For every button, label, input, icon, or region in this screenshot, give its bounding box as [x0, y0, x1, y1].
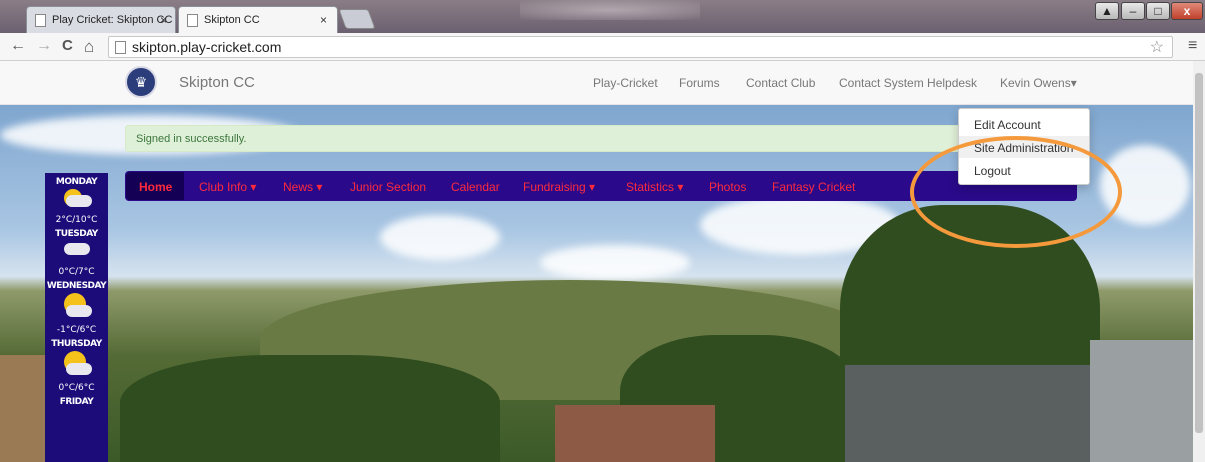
main-nav-fundraising[interactable]: Fundraising ▾ — [523, 180, 595, 194]
url-text: skipton.play-cricket.com — [132, 39, 282, 55]
weather-temp: -1°C/6°C — [56, 325, 97, 335]
brand-title[interactable]: Skipton CC — [179, 74, 255, 91]
main-nav-photos[interactable]: Photos — [709, 180, 746, 194]
weather-widget: MONDAY 2°C/10°C TUESDAY 0°C/7°C WEDNESDA… — [45, 173, 108, 462]
tab-title: Play Cricket: Skipton CC — [52, 14, 173, 26]
page-viewport: ♛ Skipton CC Play-Cricket Forums Contact… — [0, 61, 1193, 462]
close-tab-icon[interactable]: × — [160, 13, 167, 27]
weather-day: WEDNESDAY — [46, 281, 107, 291]
user-menu-toggle[interactable]: Kevin Owens▾ — [1000, 76, 1077, 90]
weather-day: THURSDAY — [51, 339, 102, 349]
highlight-ring-annotation — [910, 136, 1122, 248]
address-bar[interactable]: skipton.play-cricket.com ☆ — [108, 36, 1173, 58]
browser-toolbar: ← → C ⌂ skipton.play-cricket.com ☆ ≡ — [0, 33, 1205, 61]
weather-temp: 2°C/10°C — [55, 215, 98, 225]
success-alert: Signed in successfully. — [125, 125, 1085, 152]
sun-cloud-icon — [60, 351, 94, 377]
titlebar-glow — [520, 0, 700, 20]
shed-building — [1090, 340, 1193, 462]
main-nav-fantasy-cricket[interactable]: Fantasy Cricket — [772, 180, 855, 194]
tab-play-cricket[interactable]: Play Cricket: Skipton CC × — [26, 6, 176, 33]
pavilion-building — [555, 405, 715, 462]
main-nav-calendar[interactable]: Calendar — [451, 180, 500, 194]
scrollbar-thumb[interactable] — [1195, 73, 1203, 433]
nav-link-play-cricket[interactable]: Play-Cricket — [593, 76, 658, 90]
house-building — [0, 355, 45, 462]
reload-icon[interactable]: C — [62, 37, 73, 54]
page-icon — [187, 13, 198, 27]
new-tab-button[interactable] — [338, 9, 376, 29]
cloud — [380, 215, 500, 260]
weather-temp: 0°C/7°C — [58, 267, 95, 277]
main-nav-home[interactable]: Home — [139, 180, 172, 194]
close-window-button[interactable]: x — [1171, 2, 1203, 20]
weather-day: TUESDAY — [55, 229, 98, 239]
site-navbar: ♛ Skipton CC Play-Cricket Forums Contact… — [0, 61, 1193, 105]
tab-title: Skipton CC — [204, 14, 260, 26]
browser-tab-bar: Play Cricket: Skipton CC × Skipton CC × … — [0, 0, 1205, 33]
page-icon — [115, 40, 126, 54]
weather-day: MONDAY — [55, 177, 98, 187]
nav-link-forums[interactable]: Forums — [679, 76, 720, 90]
sun-cloud-icon — [60, 189, 94, 209]
weather-temp: 0°C/6°C — [58, 383, 95, 393]
nav-link-contact-club[interactable]: Contact Club — [746, 76, 815, 90]
minimize-button[interactable]: – — [1121, 2, 1145, 20]
main-nav-junior-section[interactable]: Junior Section — [350, 180, 426, 194]
profile-icon[interactable]: ▲ — [1095, 2, 1119, 20]
shed-building — [845, 365, 1095, 462]
home-icon[interactable]: ⌂ — [84, 37, 94, 57]
tree-line — [120, 355, 500, 462]
forward-icon[interactable]: → — [36, 37, 52, 55]
club-logo[interactable]: ♛ — [125, 66, 157, 98]
page-scrollbar[interactable] — [1193, 61, 1205, 462]
main-nav-statistics[interactable]: Statistics ▾ — [626, 180, 683, 194]
close-tab-icon[interactable]: × — [320, 13, 327, 27]
bookmark-star-icon[interactable]: ☆ — [1150, 37, 1164, 57]
nav-link-contact-helpdesk[interactable]: Contact System Helpdesk — [839, 76, 977, 90]
browser-menu-icon[interactable]: ≡ — [1188, 37, 1197, 55]
weather-day: FRIDAY — [59, 397, 94, 407]
maximize-button[interactable]: □ — [1146, 2, 1170, 20]
tab-skipton-cc[interactable]: Skipton CC × — [178, 6, 338, 33]
snow-cloud-icon — [60, 241, 94, 261]
main-nav-club-info[interactable]: Club Info ▾ — [199, 180, 256, 194]
main-nav-news[interactable]: News ▾ — [283, 180, 322, 194]
dropdown-edit-account[interactable]: Edit Account — [959, 113, 1089, 135]
cloud — [540, 245, 690, 280]
sun-cloud-icon — [60, 293, 94, 319]
page-icon — [35, 13, 46, 27]
back-icon[interactable]: ← — [10, 37, 26, 55]
